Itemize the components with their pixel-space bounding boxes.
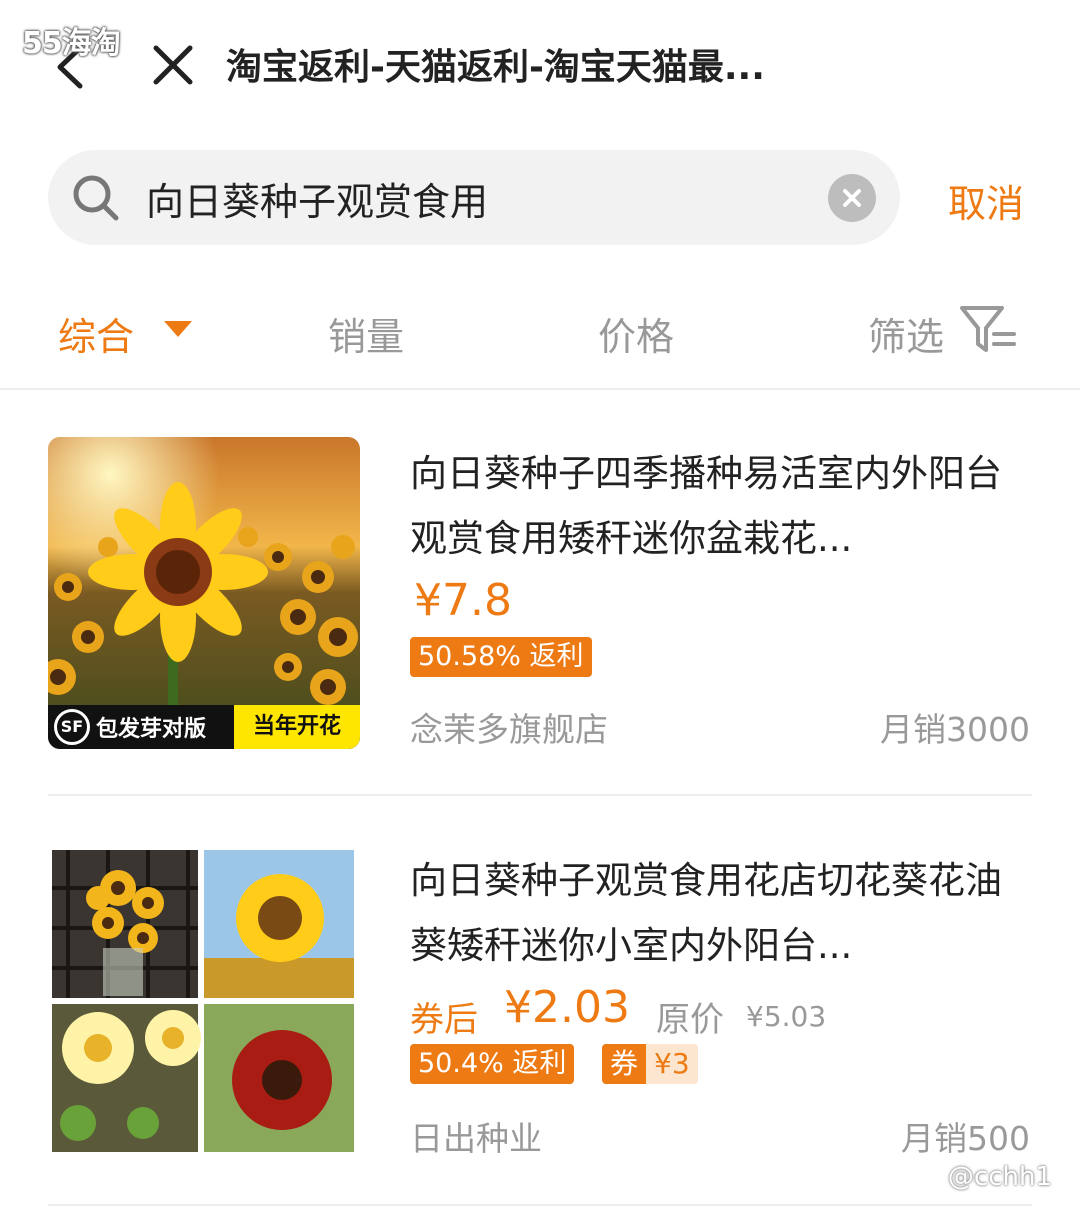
rebate-badge: 50.58% 返利: [410, 637, 592, 677]
monthly-sales: 月销500: [901, 1119, 1030, 1158]
product-card[interactable]: 向日葵种子观赏食用花店切花葵花油葵矮秆迷你小室内外阳台... 券后 ¥2.03 …: [0, 848, 1080, 1158]
price-after-coupon-label: 券后: [410, 1000, 478, 1040]
sort-bar: 综合 销量 价格 筛选: [0, 288, 1080, 390]
sort-tab-filter[interactable]: 筛选: [868, 306, 944, 361]
top-bar: 淘宝返利-天猫返利-淘宝天猫最...: [0, 0, 1080, 135]
product-title[interactable]: 向日葵种子观赏食用花店切花葵花油葵矮秆迷你小室内外阳台...: [410, 848, 1010, 978]
original-price-label: 原价: [656, 1000, 724, 1040]
search-icon: [70, 172, 122, 224]
sf-express-logo: SF: [54, 709, 90, 745]
coupon-badge[interactable]: 券 ¥3: [602, 1044, 698, 1084]
product-price: ¥7.8: [414, 575, 512, 626]
shop-name[interactable]: 日出种业: [410, 1112, 542, 1160]
clear-icon: [843, 189, 861, 207]
sort-tab-label: 销量: [328, 315, 405, 359]
promo-badge-bar: SF 包发芽对版 当年开花: [48, 705, 360, 749]
clear-search-button[interactable]: [828, 174, 876, 222]
filter-icon[interactable]: [958, 302, 1018, 358]
product-image[interactable]: SF 包发芽对版 当年开花: [48, 437, 360, 749]
search-input[interactable]: [146, 170, 806, 226]
badge-germination: 包发芽对版: [96, 717, 207, 742]
sort-tab-comprehensive[interactable]: 综合: [58, 306, 134, 361]
cancel-button[interactable]: 取消: [948, 173, 1024, 228]
sunflower-collage-image: [48, 848, 356, 1154]
sort-tab-label: 筛选: [868, 315, 945, 359]
caret-down-icon: [164, 321, 192, 337]
original-price: ¥5.03: [746, 1000, 827, 1033]
divider: [48, 1204, 1032, 1206]
watermark-user: @cchh1: [947, 1162, 1052, 1192]
coupon-tag: 券: [602, 1044, 647, 1084]
close-icon: [153, 45, 193, 85]
divider: [48, 794, 1032, 796]
close-button[interactable]: [150, 42, 196, 88]
monthly-sales: 月销3000: [880, 710, 1030, 749]
sunflower-field-image: [48, 437, 360, 749]
page-title: 淘宝返利-天猫返利-淘宝天猫最...: [226, 47, 765, 88]
product-price: ¥2.03: [504, 982, 630, 1033]
sort-tab-price[interactable]: 价格: [598, 306, 674, 361]
sort-tab-label: 价格: [598, 315, 675, 359]
coupon-value: ¥3: [646, 1044, 698, 1084]
badge-bloom: 当年开花: [234, 705, 360, 749]
rebate-badge: 50.4% 返利: [410, 1044, 575, 1084]
watermark-logo: 55海淘: [22, 26, 121, 61]
shop-name[interactable]: 念茉多旗舰店: [410, 703, 608, 751]
sort-tab-label: 综合: [58, 315, 135, 359]
sort-tab-sales[interactable]: 销量: [328, 306, 404, 361]
product-image[interactable]: [48, 848, 356, 1154]
search-bar: [48, 150, 900, 245]
product-card[interactable]: SF 包发芽对版 当年开花 向日葵种子四季播种易活室内外阳台观赏食用矮秆迷你盆栽…: [0, 437, 1080, 749]
product-title[interactable]: 向日葵种子四季播种易活室内外阳台观赏食用矮秆迷你盆栽花...: [410, 441, 1010, 571]
